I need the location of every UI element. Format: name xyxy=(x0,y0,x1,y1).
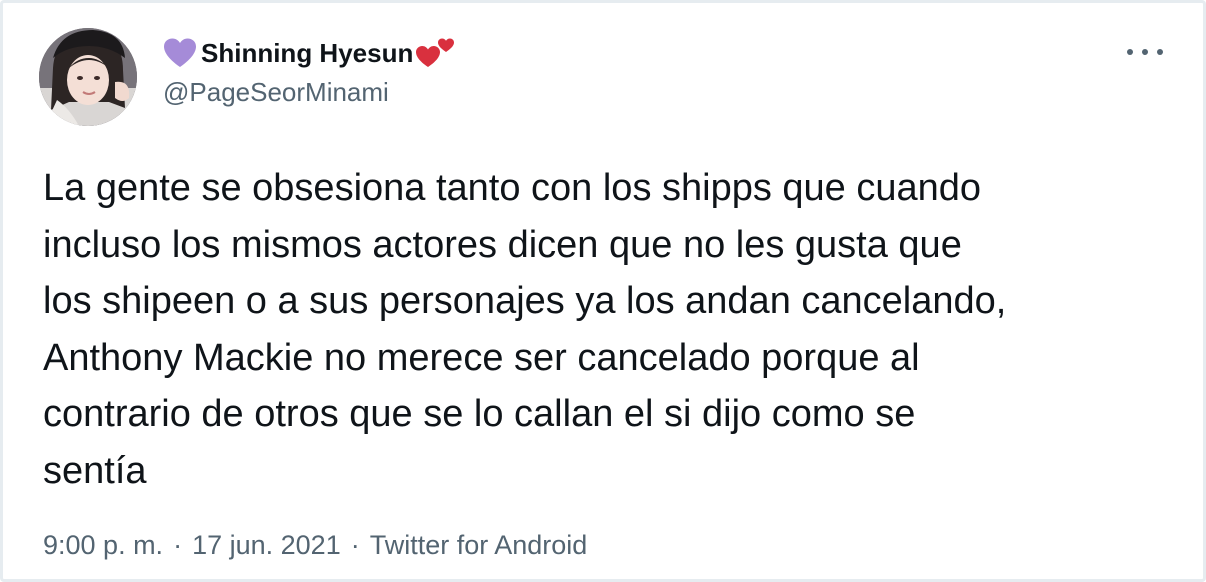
tweet-source-link[interactable]: Twitter for Android xyxy=(370,525,588,565)
meta-separator: · xyxy=(350,530,360,560)
dot xyxy=(1157,49,1163,55)
user-block[interactable]: Shinning Hyesun @PageSeorMinami xyxy=(163,33,455,109)
more-options-icon[interactable] xyxy=(1127,43,1163,61)
meta-separator: · xyxy=(173,530,183,560)
display-name[interactable]: Shinning Hyesun xyxy=(163,33,455,73)
dot xyxy=(1142,49,1148,55)
tweet-date: 17 jun. 2021 xyxy=(192,530,341,560)
user-handle[interactable]: @PageSeorMinami xyxy=(163,75,455,109)
dot xyxy=(1127,49,1133,55)
display-name-text: Shinning Hyesun xyxy=(201,38,414,68)
avatar[interactable] xyxy=(39,28,137,126)
tweet-card: Shinning Hyesun @PageSeorMinami La gente… xyxy=(0,0,1206,582)
two-hearts-icon xyxy=(416,38,455,67)
avatar-photo xyxy=(39,28,137,126)
tweet-time: 9:00 p. m. xyxy=(43,530,164,560)
tweet-text: La gente se obsesiona tanto con los ship… xyxy=(43,167,1007,492)
tweet-meta: 9:00 p. m. · 17 jun. 2021 · Twitter for An… xyxy=(43,525,587,565)
tweet-time-link[interactable]: 9:00 p. m. · 17 jun. 2021 xyxy=(43,525,341,565)
purple-heart-icon xyxy=(164,38,196,67)
